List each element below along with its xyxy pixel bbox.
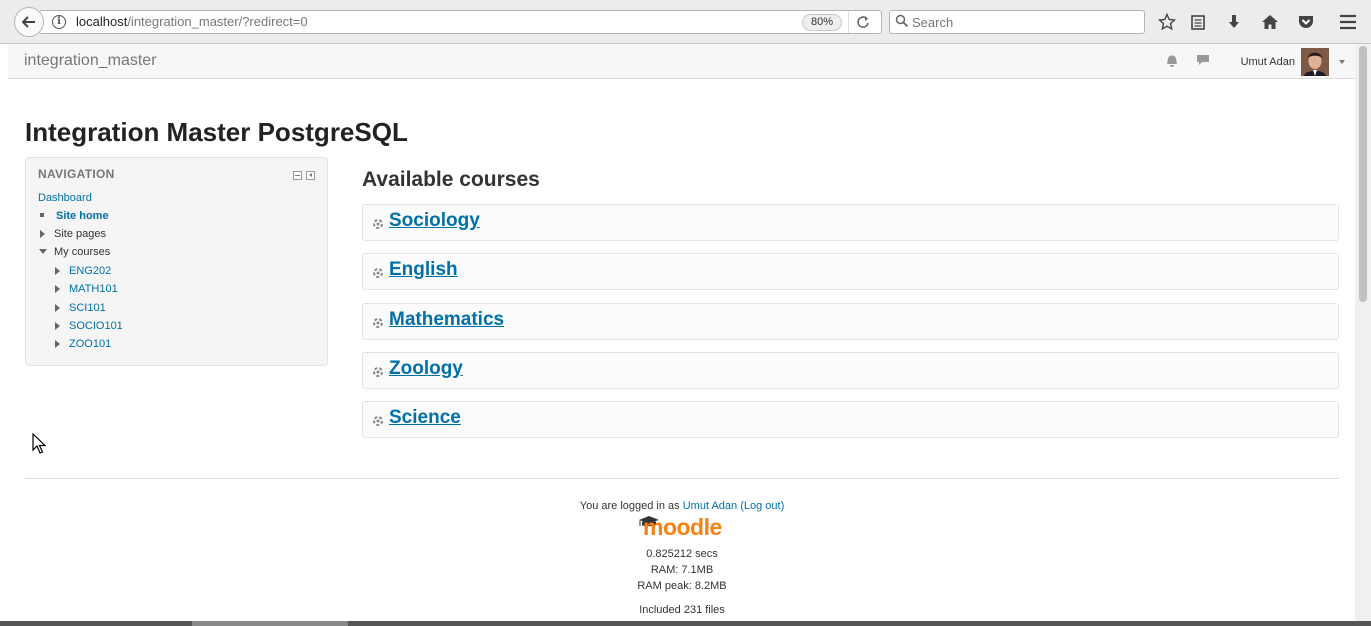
course-name-link[interactable]: Zoology [389,358,463,380]
search-bar[interactable] [889,10,1145,34]
nav-item-site-pages[interactable]: Site pages [40,226,106,242]
logout-link[interactable]: (Log out) [740,500,784,512]
expand-arrow-icon[interactable] [55,285,60,293]
bottom-edge [0,621,1371,626]
user-profile-link[interactable]: Umut Adan [683,500,737,512]
nav-item-my-courses[interactable]: My courses [39,244,110,260]
moodle-logo[interactable]: moodle [637,512,729,540]
login-info: You are logged in as Umut Adan (Log out) [25,500,1339,512]
back-arrow-icon [21,16,35,28]
browser-toolbar: i localhost/integration_master/?redirect… [0,0,1371,44]
course-name-link[interactable]: Science [389,407,461,429]
course-info-icon[interactable] [371,414,385,428]
performance-ram: RAM: 7.1MB [650,564,714,576]
messages-icon[interactable] [1196,54,1210,72]
nav-course-link[interactable]: SOCIO101 [69,320,123,332]
performance-included-files: Included 231 files [639,604,725,616]
nav-course-item[interactable]: SOCIO101 [55,318,123,334]
site-info-icon[interactable]: i [52,15,66,29]
site-brand[interactable]: integration_master [24,52,157,70]
collapse-arrow-icon[interactable] [39,249,47,254]
bookmark-star-icon[interactable] [1157,12,1177,32]
nav-course-item[interactable]: SCI101 [55,300,106,316]
expand-arrow-icon[interactable] [40,230,45,238]
site-navbar: integration_master Umut Adan [8,44,1355,79]
nav-item-site-home[interactable]: Site home [40,208,109,224]
hamburger-menu-icon[interactable] [1338,12,1358,32]
notifications-bell-icon[interactable] [1165,53,1179,72]
nav-item-dashboard[interactable]: Dashboard [38,190,92,206]
collapse-block-icon[interactable] [293,171,302,180]
course-name-link[interactable]: Mathematics [389,309,504,331]
bottom-edge-segment [192,621,348,626]
expand-arrow-icon[interactable] [55,267,60,275]
nav-course-link[interactable]: MATH101 [69,283,118,295]
home-icon[interactable] [1260,12,1280,32]
course-name-link[interactable]: Sociology [389,210,480,232]
performance-time: 0.825212 secs [646,548,718,560]
page-scrollbar[interactable] [1355,44,1371,622]
navigation-block: NAVIGATION Dashboard Site home Site page… [25,157,328,366]
nav-site-home-link[interactable]: Site home [56,210,109,222]
nav-course-link[interactable]: ENG202 [69,265,111,277]
nav-dashboard-link[interactable]: Dashboard [38,192,92,204]
course-name-link[interactable]: English [389,259,458,281]
bullet-icon [40,213,44,217]
nav-course-link[interactable]: SCI101 [69,302,106,314]
course-item[interactable]: Mathematics [362,303,1339,340]
search-input[interactable] [912,13,1137,31]
zoom-level-badge[interactable]: 80% [802,14,843,31]
expand-arrow-icon[interactable] [55,322,60,330]
course-item[interactable]: Zoology [362,352,1339,389]
scrollbar-thumb[interactable] [1359,46,1367,302]
user-menu[interactable]: Umut Adan [1241,47,1345,76]
moodle-logo-text: moodle [643,514,722,540]
search-icon [895,14,909,28]
expand-arrow-icon[interactable] [55,340,60,348]
dock-block-icon[interactable] [306,171,315,180]
logged-in-prefix: You are logged in as [579,500,680,512]
course-item[interactable]: Sociology [362,204,1339,241]
course-item[interactable]: English [362,253,1339,290]
course-info-icon[interactable] [371,365,385,379]
url-host: localhost [76,14,128,29]
page-title: Integration Master PostgreSQL [25,117,408,147]
nav-course-item[interactable]: MATH101 [55,281,118,297]
course-info-icon[interactable] [371,217,385,231]
course-item[interactable]: Science [362,401,1339,438]
url-path: /integration_master/?redirect=0 [127,14,308,29]
reload-icon[interactable] [848,11,876,33]
url-bar[interactable]: i localhost/integration_master/?redirect… [40,10,882,34]
nav-site-pages-label[interactable]: Site pages [54,228,106,240]
expand-arrow-icon[interactable] [55,304,60,312]
nav-course-item[interactable]: ZOO101 [55,336,111,352]
course-info-icon[interactable] [371,266,385,280]
navigation-header: NAVIGATION [38,167,115,181]
course-info-icon[interactable] [371,316,385,330]
url-text[interactable]: localhost/integration_master/?redirect=0 [76,11,308,33]
footer-divider [25,478,1339,479]
reading-list-icon[interactable] [1188,12,1208,32]
performance-ram-peak: RAM peak: 8.2MB [637,580,727,592]
pocket-icon[interactable] [1296,12,1316,32]
nav-course-item[interactable]: ENG202 [55,263,111,279]
user-name[interactable]: Umut Adan [1241,56,1295,68]
back-button[interactable] [14,7,44,37]
nav-my-courses-label[interactable]: My courses [54,246,110,258]
download-icon[interactable] [1224,12,1244,32]
user-avatar[interactable] [1301,47,1329,76]
mouse-cursor-icon [32,433,46,454]
nav-course-link[interactable]: ZOO101 [69,338,111,350]
available-courses-heading: Available courses [362,168,540,191]
chevron-down-icon[interactable] [1339,59,1345,64]
